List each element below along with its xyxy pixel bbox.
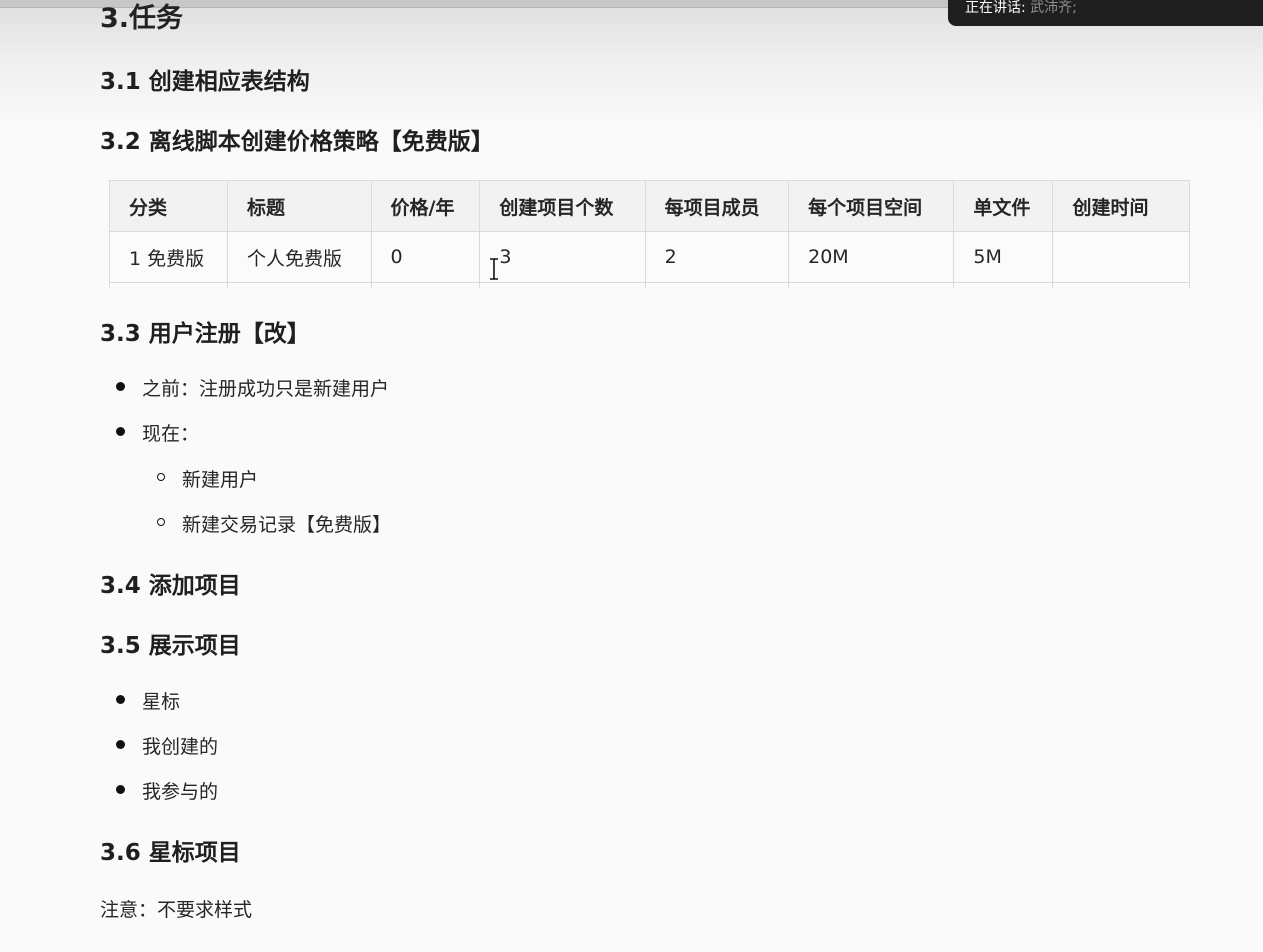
price-table-container: 分类 标题 价格/年 创建项目个数 每项目成员 每个项目空间 单文件 创建时间 … xyxy=(109,180,1190,288)
list-item: 之前：注册成功只是新建用户 xyxy=(116,374,390,419)
table-header-cell: 分类 xyxy=(109,180,228,232)
table-header-cell: 每个项目空间 xyxy=(788,180,955,232)
list-item: 现在： xyxy=(116,419,389,464)
table-header-cell: 价格/年 xyxy=(370,180,481,232)
table-cell-empty xyxy=(953,282,1054,288)
table-cell[interactable]: 2 xyxy=(644,231,790,283)
bullet-circle-icon xyxy=(157,473,165,481)
bullet-dot-icon xyxy=(116,785,125,794)
list-item: 我参与的 xyxy=(116,777,219,822)
table-cell[interactable]: 0 xyxy=(370,231,481,283)
speaking-indicator: 正在讲话: 武沛齐; xyxy=(948,0,1263,26)
table-cell-empty xyxy=(370,282,481,288)
table-header-row: 分类 标题 价格/年 创建项目个数 每项目成员 每个项目空间 单文件 创建时间 xyxy=(109,180,1190,232)
table-cell[interactable] xyxy=(1052,231,1190,283)
project-display-list: 星标 我创建的 我参与的 xyxy=(116,687,219,822)
bullet-circle-icon xyxy=(157,518,165,526)
bullet-dot-icon xyxy=(116,427,125,436)
table-header-cell: 标题 xyxy=(227,180,372,232)
table-header-cell: 单文件 xyxy=(953,180,1054,232)
table-cell-empty xyxy=(479,282,646,288)
list-item-text: 现在： xyxy=(142,423,200,445)
table-cell-empty xyxy=(227,282,372,288)
table-cell-empty xyxy=(644,282,790,288)
list-item: 新建用户 xyxy=(157,465,391,510)
speaker-name: 武沛齐; xyxy=(1030,0,1077,16)
bullet-dot-icon xyxy=(116,382,125,391)
bullet-dot-icon xyxy=(116,740,125,749)
table-header-cell: 每项目成员 xyxy=(644,180,790,232)
registration-change-list: 之前：注册成功只是新建用户 现在： xyxy=(116,374,390,464)
list-item-text: 我参与的 xyxy=(142,781,219,803)
section-title-3-5: 3.5 展示项目 xyxy=(100,633,241,659)
list-item-text: 新建交易记录【免费版】 xyxy=(182,514,392,536)
list-item: 我创建的 xyxy=(116,732,219,777)
table-row: 1 免费版 个人免费版 0 3 2 20M 5M xyxy=(109,231,1190,283)
table-cell[interactable]: 1 免费版 xyxy=(109,231,228,283)
table-cell-empty xyxy=(788,282,955,288)
bullet-dot-icon xyxy=(116,695,125,704)
section-title-3-6: 3.6 星标项目 xyxy=(100,840,241,866)
table-header-cell: 创建时间 xyxy=(1052,180,1190,232)
list-item-text: 新建用户 xyxy=(182,469,259,491)
list-item: 新建交易记录【免费版】 xyxy=(157,510,392,555)
list-item: 星标 xyxy=(116,687,218,732)
table-header-cell: 创建项目个数 xyxy=(479,180,646,232)
table-cell-empty xyxy=(109,282,228,288)
section-title-3-4: 3.4 添加项目 xyxy=(100,573,241,599)
speaking-label: 正在讲话: xyxy=(965,0,1026,16)
section-title-3-2: 3.2 离线脚本创建价格策略【免费版】 xyxy=(100,129,494,155)
section-title-3-3: 3.3 用户注册【改】 xyxy=(100,321,310,347)
registration-now-sublist: 新建用户 新建交易记录【免费版】 xyxy=(157,465,392,555)
table-cell-empty xyxy=(1052,282,1190,288)
table-cell[interactable]: 5M xyxy=(953,231,1054,283)
document-body: 3.任务 3.1 创建相应表结构 3.2 离线脚本创建价格策略【免费版】 分类 … xyxy=(0,0,1263,952)
table-cell[interactable]: 个人免费版 xyxy=(227,231,372,283)
list-item-text: 之前：注册成功只是新建用户 xyxy=(142,378,390,400)
table-row-partial xyxy=(109,282,1190,288)
note-text: 注意：不要求样式 xyxy=(100,899,253,921)
text-cursor-icon xyxy=(490,258,498,280)
section-title-3-1: 3.1 创建相应表结构 xyxy=(100,69,310,95)
table-cell[interactable]: 3 xyxy=(479,231,646,283)
price-strategy-table: 分类 标题 价格/年 创建项目个数 每项目成员 每个项目空间 单文件 创建时间 … xyxy=(109,180,1190,288)
list-item-text: 我创建的 xyxy=(142,736,219,758)
list-item-text: 星标 xyxy=(142,691,181,713)
section-title-tasks: 3.任务 xyxy=(100,3,184,34)
table-cell[interactable]: 20M xyxy=(788,231,955,283)
